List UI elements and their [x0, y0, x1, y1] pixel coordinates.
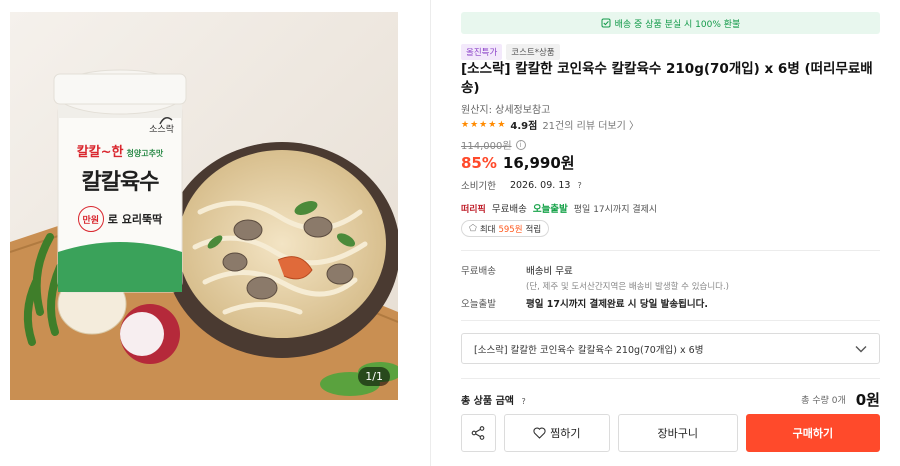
star-icon: ★ — [497, 119, 506, 130]
jar-line1: 칼칼~한 — [76, 145, 124, 160]
tag-category: 코스트*상품 — [506, 44, 560, 60]
total-amount: 0원 — [855, 391, 880, 409]
heart-icon — [533, 427, 546, 439]
total-row: 총 상품 금액 ? 총 수량 0개 0원 — [461, 389, 880, 410]
chevron-down-icon — [855, 345, 867, 352]
points-amount: 595원 — [498, 224, 523, 235]
original-price: 114,000원 — [461, 141, 512, 152]
today-dispatch-label: 오늘출발 — [461, 299, 496, 310]
wishlist-label: 찜하기 — [550, 427, 581, 440]
today-dispatch-value: 평일 17시까지 결제완료 시 당일 발송됩니다. — [526, 299, 708, 310]
expiry-date: 2026. 09. 13 — [509, 179, 571, 191]
rating-row: ★ ★ ★ ★ ★ 4.9점 21건의 리뷰 더보기 〉 — [461, 117, 639, 133]
jar-brand: 소스락 — [149, 125, 174, 135]
shipping-fee-row: 무료배송 배송비 무료 (단, 제주 및 도서산간지역은 배송비 발생할 수 있… — [461, 263, 729, 292]
shield-check-icon — [601, 18, 611, 28]
original-price-row: 114,000원 i — [461, 137, 526, 152]
cart-label: 장바구니 — [657, 427, 699, 440]
jar-line2: 청양고추맛 — [126, 149, 164, 158]
section-divider — [461, 320, 880, 321]
product-image[interactable]: 소스락 칼칼~한 청양고추맛 칼칼육수 만원 로 요리뚝딱 1/1 — [10, 12, 398, 400]
section-divider — [461, 378, 880, 379]
dispatch-note: 평일 17시까지 결제시 — [573, 204, 658, 215]
delivery-badges: 떠리픽 무료배송 오늘출발 평일 17시까지 결제시 — [461, 201, 657, 215]
star-icon: ★ — [461, 119, 470, 130]
help-icon[interactable]: ? — [521, 397, 525, 406]
expiry-row: 소비기한 2026. 09. 13 ? — [461, 178, 582, 193]
jar-main: 칼칼육수 — [81, 170, 160, 195]
tag-special: 올진특가 — [461, 44, 503, 60]
help-icon[interactable]: ? — [577, 181, 581, 190]
total-quantity: 총 수량 0개 — [801, 396, 846, 406]
image-counter: 1/1 — [358, 367, 390, 386]
buy-now-button[interactable]: 구매하기 — [745, 414, 880, 452]
reviews-link[interactable]: 21건의 리뷰 더보기 〉 — [542, 117, 639, 132]
jar-sub: 로 요리뚝딱 — [107, 213, 163, 226]
rating-score: 4.9점 — [510, 121, 538, 132]
option-selected-text: [소스락] 칼칼한 코인육수 칼칼육수 210g(70개입) x 6병 — [474, 344, 704, 356]
wishlist-button[interactable]: 찜하기 — [503, 414, 610, 452]
info-icon[interactable]: i — [515, 139, 526, 150]
add-to-cart-button[interactable]: 장바구니 — [617, 414, 738, 452]
price-row: 85% 16,990원 — [461, 152, 575, 173]
shipping-fee-value: 배송비 무료 — [526, 266, 573, 277]
origin-info: 원산지: 상세정보참고 — [461, 105, 551, 116]
refund-banner: 배송 중 상품 분실 시 100% 환불 — [461, 12, 880, 34]
buy-label: 구매하기 — [792, 427, 834, 440]
share-icon — [472, 426, 485, 440]
today-dispatch-badge: 오늘출발 — [532, 204, 568, 215]
product-title: [소스락] 칼칼한 코인육수 칼칼육수 210g(70개입) x 6병 (떠리무… — [461, 61, 873, 96]
coin-icon: ⬠ — [469, 223, 477, 234]
section-divider — [461, 250, 880, 251]
refund-banner-text: 배송 중 상품 분실 시 100% 환불 — [614, 19, 741, 30]
star-icon: ★ — [488, 119, 497, 130]
shipping-fee-note: (단, 제주 및 도서산간지역은 배송비 발생할 수 있습니다.) — [526, 282, 729, 292]
option-select[interactable]: [소스락] 칼칼한 코인육수 칼칼육수 210g(70개입) x 6병 — [461, 333, 880, 364]
share-button[interactable] — [461, 414, 496, 452]
points-suffix: 적립 — [525, 224, 542, 235]
discount-rate: 85% — [461, 154, 497, 172]
sale-price: 16,990원 — [502, 154, 575, 172]
shipping-fee-label: 무료배송 — [461, 266, 496, 277]
star-icon: ★ — [479, 119, 488, 130]
action-buttons: 찜하기 장바구니 구매하기 — [461, 414, 880, 452]
jar-label: 소스락 칼칼~한 청양고추맛 칼칼육수 만원 로 요리뚝딱 — [60, 122, 180, 232]
today-dispatch-row: 오늘출발 평일 17시까지 결제완료 시 당일 발송됩니다. — [461, 296, 708, 310]
free-shipping-badge: 무료배송 — [491, 204, 527, 215]
points-badge: ⬠ 최대 595원 적립 — [461, 220, 550, 237]
tturi-logo: 떠리픽 — [461, 204, 486, 215]
star-rating: ★ ★ ★ ★ ★ — [461, 120, 505, 130]
total-label: 총 상품 금액 — [461, 396, 514, 407]
expiry-label: 소비기한 — [461, 181, 496, 192]
star-icon: ★ — [470, 119, 479, 130]
points-prefix: 최대 — [479, 224, 496, 235]
jar-stamp: 만원 — [77, 206, 104, 232]
product-tags: 올진특가 코스트*상품 — [461, 44, 560, 60]
column-divider — [430, 0, 431, 466]
